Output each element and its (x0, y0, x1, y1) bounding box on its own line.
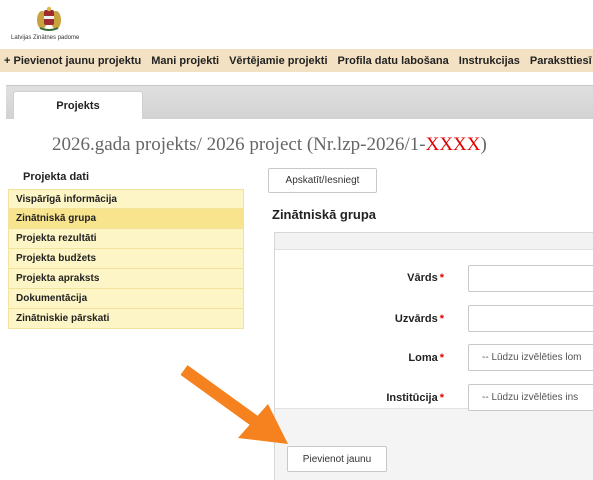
role-select[interactable]: -- Lūdzu izvēlēties lom (468, 344, 593, 371)
nav-signing-rights[interactable]: Paraksttiesī (525, 55, 593, 67)
role-label: Loma * (279, 352, 444, 364)
nav-profile-edit[interactable]: Profila datu labošana (333, 55, 454, 67)
org-name: Latvijas Zinātnes padome (11, 35, 80, 41)
view-submit-button[interactable]: Apskatīt/Iesniegt (268, 168, 377, 193)
required-marker: * (439, 392, 444, 404)
role-label-text: Loma (408, 352, 438, 364)
sidebar: Vispārīgā informācija Zinātniskā grupa P… (8, 189, 244, 329)
sidebar-item-scientific-reports[interactable]: Zinātniskie pārskati (8, 309, 244, 329)
institution-label-text: Institūcija (386, 392, 438, 404)
title-code: XXXX (425, 134, 481, 155)
required-marker: * (439, 313, 444, 325)
title-suffix: ) (480, 134, 487, 155)
institution-select[interactable]: -- Lūdzu izvēlēties ins (468, 384, 593, 411)
nav-evaluated-projects[interactable]: Vērtējamie projekti (224, 55, 332, 67)
required-marker: * (439, 352, 444, 364)
required-marker: * (439, 272, 444, 284)
form-panel-header (275, 233, 593, 250)
page: Latvijas Zinātnes padome + Pievienot jau… (0, 0, 593, 480)
name-label-text: Vārds (407, 272, 438, 284)
institution-label: Institūcija * (279, 392, 444, 404)
header: Latvijas Zinātnes padome (0, 0, 593, 47)
nav-instructions[interactable]: Instrukcijas (454, 55, 525, 67)
nav-add-new-project[interactable]: + Pievienot jaunu projektu (0, 55, 146, 67)
section-heading: Zinātniskā grupa (272, 207, 377, 222)
add-new-button[interactable]: Pievienot jaunu (287, 446, 387, 472)
sidebar-heading: Projekta dati (23, 171, 90, 183)
nav-my-projects[interactable]: Mani projekti (146, 55, 224, 67)
surname-field[interactable] (468, 305, 593, 332)
tab-project[interactable]: Projekts (13, 91, 143, 119)
top-nav: + Pievienot jaunu projektu Mani projekti… (0, 49, 593, 72)
orange-arrow-icon (180, 365, 288, 444)
title-prefix: 2026.gada projekts/ 2026 project (Nr.lzp… (52, 134, 426, 155)
sidebar-item-project-results[interactable]: Projekta rezultāti (8, 229, 244, 249)
sidebar-item-scientific-group[interactable]: Zinātniskā grupa (8, 209, 244, 229)
sidebar-item-documentation[interactable]: Dokumentācija (8, 289, 244, 309)
sidebar-item-project-description[interactable]: Projekta apraksts (8, 269, 244, 289)
page-title: 2026.gada projekts/ 2026 project (Nr.lzp… (52, 134, 487, 156)
name-field[interactable] (468, 265, 593, 292)
surname-label: Uzvārds * (279, 313, 444, 325)
surname-label-text: Uzvārds (394, 313, 438, 325)
coat-of-arms-icon (37, 6, 61, 31)
sidebar-item-general-info[interactable]: Vispārīgā informācija (8, 189, 244, 209)
name-label: Vārds * (279, 272, 444, 284)
sidebar-item-project-budget[interactable]: Projekta budžets (8, 249, 244, 269)
